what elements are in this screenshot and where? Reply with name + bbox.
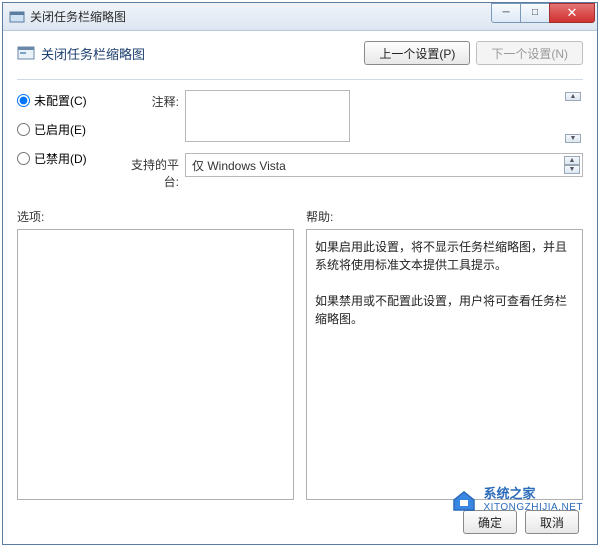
radio-not-configured-input[interactable] — [17, 94, 30, 107]
app-icon — [9, 9, 25, 25]
platform-value: 仅 Windows Vista — [192, 159, 286, 173]
radio-label: 已启用(E) — [34, 121, 86, 138]
content-area: 关闭任务栏缩略图 上一个设置(P) 下一个设置(N) 未配置(C) 已启用(E) — [3, 31, 597, 544]
platform-box: 仅 Windows Vista ▲ ▼ — [185, 153, 583, 177]
radio-label: 未配置(C) — [34, 92, 87, 109]
divider — [17, 79, 583, 80]
titlebar: 关闭任务栏缩略图 ─ □ ✕ — [3, 3, 597, 31]
ok-button[interactable]: 确定 — [463, 510, 517, 534]
radio-disabled-input[interactable] — [17, 152, 30, 165]
cancel-button[interactable]: 取消 — [525, 510, 579, 534]
config-area: 未配置(C) 已启用(E) 已禁用(D) 注释: ▲ — [17, 90, 583, 190]
platform-label: 支持的平台: — [119, 153, 179, 190]
form-column: 注释: ▲ ▼ 支持的平台: 仅 Windows Vista — [119, 90, 583, 190]
radio-enabled[interactable]: 已启用(E) — [17, 121, 107, 138]
window-controls: ─ □ ✕ — [492, 3, 595, 23]
help-column: 帮助: 如果启用此设置，将不显示任务栏缩略图，并且系统将使用标准文本提供工具提示… — [306, 208, 583, 500]
policy-title: 关闭任务栏缩略图 — [41, 44, 145, 63]
platform-scroll-down[interactable]: ▼ — [564, 165, 580, 174]
comment-row: 注释: ▲ ▼ — [119, 90, 583, 145]
panes-row: 选项: 帮助: 如果启用此设置，将不显示任务栏缩略图，并且系统将使用标准文本提供… — [17, 208, 583, 500]
radio-enabled-input[interactable] — [17, 123, 30, 136]
maximize-button[interactable]: □ — [520, 3, 550, 23]
radio-disabled[interactable]: 已禁用(D) — [17, 150, 107, 167]
close-button[interactable]: ✕ — [549, 3, 595, 23]
radio-not-configured[interactable]: 未配置(C) — [17, 92, 107, 109]
window-title: 关闭任务栏缩略图 — [30, 8, 492, 25]
policy-icon — [17, 44, 35, 62]
help-label: 帮助: — [306, 208, 583, 225]
options-label: 选项: — [17, 208, 294, 225]
header-left: 关闭任务栏缩略图 — [17, 44, 145, 63]
radio-label: 已禁用(D) — [34, 150, 87, 167]
minimize-button[interactable]: ─ — [491, 3, 521, 23]
comment-label: 注释: — [119, 90, 179, 110]
nav-buttons: 上一个设置(P) 下一个设置(N) — [364, 41, 583, 65]
header-row: 关闭任务栏缩略图 上一个设置(P) 下一个设置(N) — [17, 41, 583, 65]
platform-row: 支持的平台: 仅 Windows Vista ▲ ▼ — [119, 153, 583, 190]
radio-group: 未配置(C) 已启用(E) 已禁用(D) — [17, 90, 107, 190]
platform-scroll-up[interactable]: ▲ — [564, 156, 580, 165]
comment-scroll-up[interactable]: ▲ — [565, 92, 581, 101]
comment-textarea[interactable] — [185, 90, 350, 142]
footer: 确定 取消 — [17, 510, 583, 534]
options-column: 选项: — [17, 208, 294, 500]
prev-setting-button[interactable]: 上一个设置(P) — [364, 41, 470, 65]
help-pane: 如果启用此设置，将不显示任务栏缩略图，并且系统将使用标准文本提供工具提示。 如果… — [306, 229, 583, 500]
options-pane — [17, 229, 294, 500]
dialog-window: 关闭任务栏缩略图 ─ □ ✕ 关闭任务栏缩略图 上一个设置(P) 下一个设置(N… — [2, 2, 598, 545]
comment-scroll-down[interactable]: ▼ — [565, 134, 581, 143]
next-setting-button: 下一个设置(N) — [476, 41, 583, 65]
